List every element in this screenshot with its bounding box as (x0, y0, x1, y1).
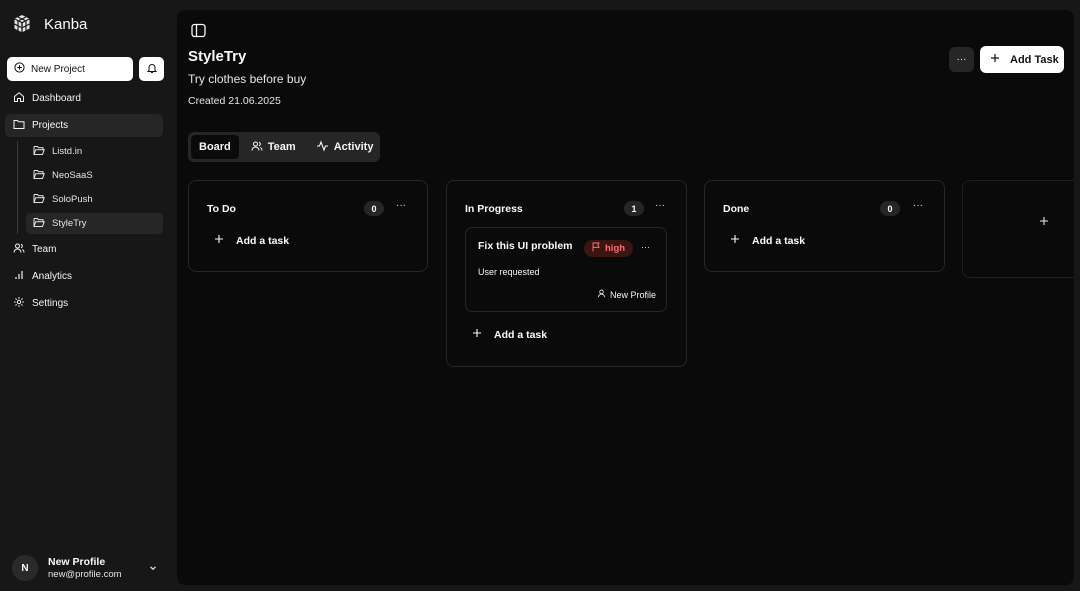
project-item-solopush[interactable]: SoloPush (26, 189, 163, 210)
priority-badge: high (584, 240, 634, 257)
users-icon (251, 140, 263, 155)
task-card[interactable]: Fix this UI problem high ··· User reques… (465, 227, 667, 312)
project-item-styletry[interactable]: StyleTry (26, 213, 163, 234)
bar-chart-icon (13, 269, 25, 284)
brand-logo-icon (12, 14, 32, 34)
plus-icon (1039, 215, 1049, 229)
add-task-button[interactable]: Add Task (980, 46, 1064, 73)
add-a-task-button[interactable]: Add a task (214, 234, 289, 247)
sidebar-item-label: Dashboard (32, 93, 81, 104)
project-item-label: StyleTry (52, 218, 87, 229)
app-window: Kanba New Project Dashboard Projects Lis… (0, 0, 1080, 591)
folder-icon (13, 118, 25, 133)
new-project-label: New Project (31, 63, 85, 75)
project-item-label: Listd.in (52, 146, 83, 157)
task-description: User requested (478, 267, 540, 277)
profile-text: New Profile new@profile.com (48, 556, 122, 580)
add-a-task-label: Add a task (752, 234, 806, 247)
tab-label: Activity (333, 141, 374, 153)
add-a-task-button[interactable]: Add a task (730, 234, 805, 247)
profile-name: New Profile (48, 556, 106, 568)
column-title: In Progress (465, 203, 523, 215)
column-in-progress: In Progress 1 ··· Fix this UI problem hi… (446, 180, 687, 367)
users-icon (13, 242, 25, 257)
column-title: To Do (207, 203, 236, 215)
column-more-button[interactable]: ··· (913, 200, 923, 211)
sidebar-item-label: Projects (32, 120, 69, 131)
sidebar-item-analytics[interactable]: Analytics (5, 265, 163, 288)
task-title: Fix this UI problem (478, 240, 573, 252)
bell-icon (146, 62, 158, 77)
plus-icon (990, 53, 1000, 66)
column-count-badge: 0 (364, 201, 384, 216)
column-title: Done (723, 203, 750, 215)
add-task-label: Add Task (1010, 53, 1059, 66)
folder-open-icon (33, 145, 45, 159)
flag-icon (592, 242, 601, 255)
folder-open-icon (33, 217, 45, 231)
add-a-task-button[interactable]: Add a task (472, 328, 547, 341)
folder-open-icon (33, 193, 45, 207)
tab-board[interactable]: Board (191, 135, 239, 159)
plus-icon (730, 234, 740, 247)
avatar: N (12, 555, 38, 581)
brand-name: Kanba (44, 15, 88, 33)
column-more-button[interactable]: ··· (655, 200, 665, 211)
sidebar-item-label: Analytics (32, 271, 73, 282)
column-count-badge: 0 (880, 201, 900, 216)
sidebar-item-settings[interactable]: Settings (5, 292, 163, 315)
project-list: Listd.in NeoSaaS SoloPush StyleTry (17, 141, 163, 234)
folder-open-icon (33, 169, 45, 183)
sidebar: Kanba New Project Dashboard Projects Lis… (0, 0, 175, 591)
project-created-date: Created 21.06.2025 (188, 95, 281, 107)
profile-menu[interactable]: N New Profile new@profile.com (12, 553, 162, 583)
plus-icon (472, 328, 482, 341)
task-assignee: New Profile (597, 289, 656, 300)
chevron-down-icon (148, 562, 158, 576)
gear-icon (13, 296, 25, 311)
main-content: StyleTry Try clothes before buy Created … (177, 10, 1074, 585)
brand[interactable]: Kanba (12, 14, 87, 34)
sidebar-item-dashboard[interactable]: Dashboard (5, 87, 163, 110)
activity-icon (316, 139, 329, 155)
plus-icon (214, 234, 224, 247)
sidebar-item-label: Team (32, 244, 57, 255)
project-item-label: NeoSaaS (52, 170, 93, 181)
project-item-neosaas[interactable]: NeoSaaS (26, 165, 163, 186)
tab-activity[interactable]: Activity (308, 135, 382, 159)
project-more-button[interactable]: ··· (949, 47, 974, 72)
priority-label: high (605, 243, 626, 254)
sidebar-item-team[interactable]: Team (5, 238, 163, 261)
column-done: Done 0 ··· Add a task (704, 180, 945, 272)
add-column-button[interactable] (962, 180, 1074, 278)
new-project-button[interactable]: New Project (7, 57, 133, 81)
sidebar-nav: Dashboard Projects Listd.in NeoSaaS Solo… (5, 87, 163, 319)
assignee-name: New Profile (609, 289, 656, 300)
tab-label: Team (267, 141, 296, 153)
project-item-listd-in[interactable]: Listd.in (26, 141, 163, 162)
sidebar-item-projects[interactable]: Projects (5, 114, 163, 137)
tab-label: Board (199, 141, 231, 153)
add-a-task-label: Add a task (494, 328, 548, 341)
page-title: StyleTry (188, 48, 247, 65)
profile-email: new@profile.com (48, 569, 122, 580)
task-more-button[interactable]: ··· (641, 242, 650, 252)
project-item-label: SoloPush (52, 194, 93, 205)
user-icon (597, 289, 606, 300)
tab-team[interactable]: Team (243, 135, 304, 159)
sidebar-toggle-icon[interactable] (191, 23, 206, 41)
add-a-task-label: Add a task (236, 234, 290, 247)
column-to-do: To Do 0 ··· Add a task (188, 180, 428, 272)
home-icon (13, 91, 25, 106)
view-tabs: Board Team Activity (188, 132, 380, 162)
project-description: Try clothes before buy (188, 72, 307, 86)
plus-circle-icon (14, 62, 25, 76)
column-more-button[interactable]: ··· (396, 200, 406, 211)
column-count-badge: 1 (624, 201, 644, 216)
notifications-button[interactable] (139, 57, 164, 81)
sidebar-item-label: Settings (32, 298, 69, 309)
